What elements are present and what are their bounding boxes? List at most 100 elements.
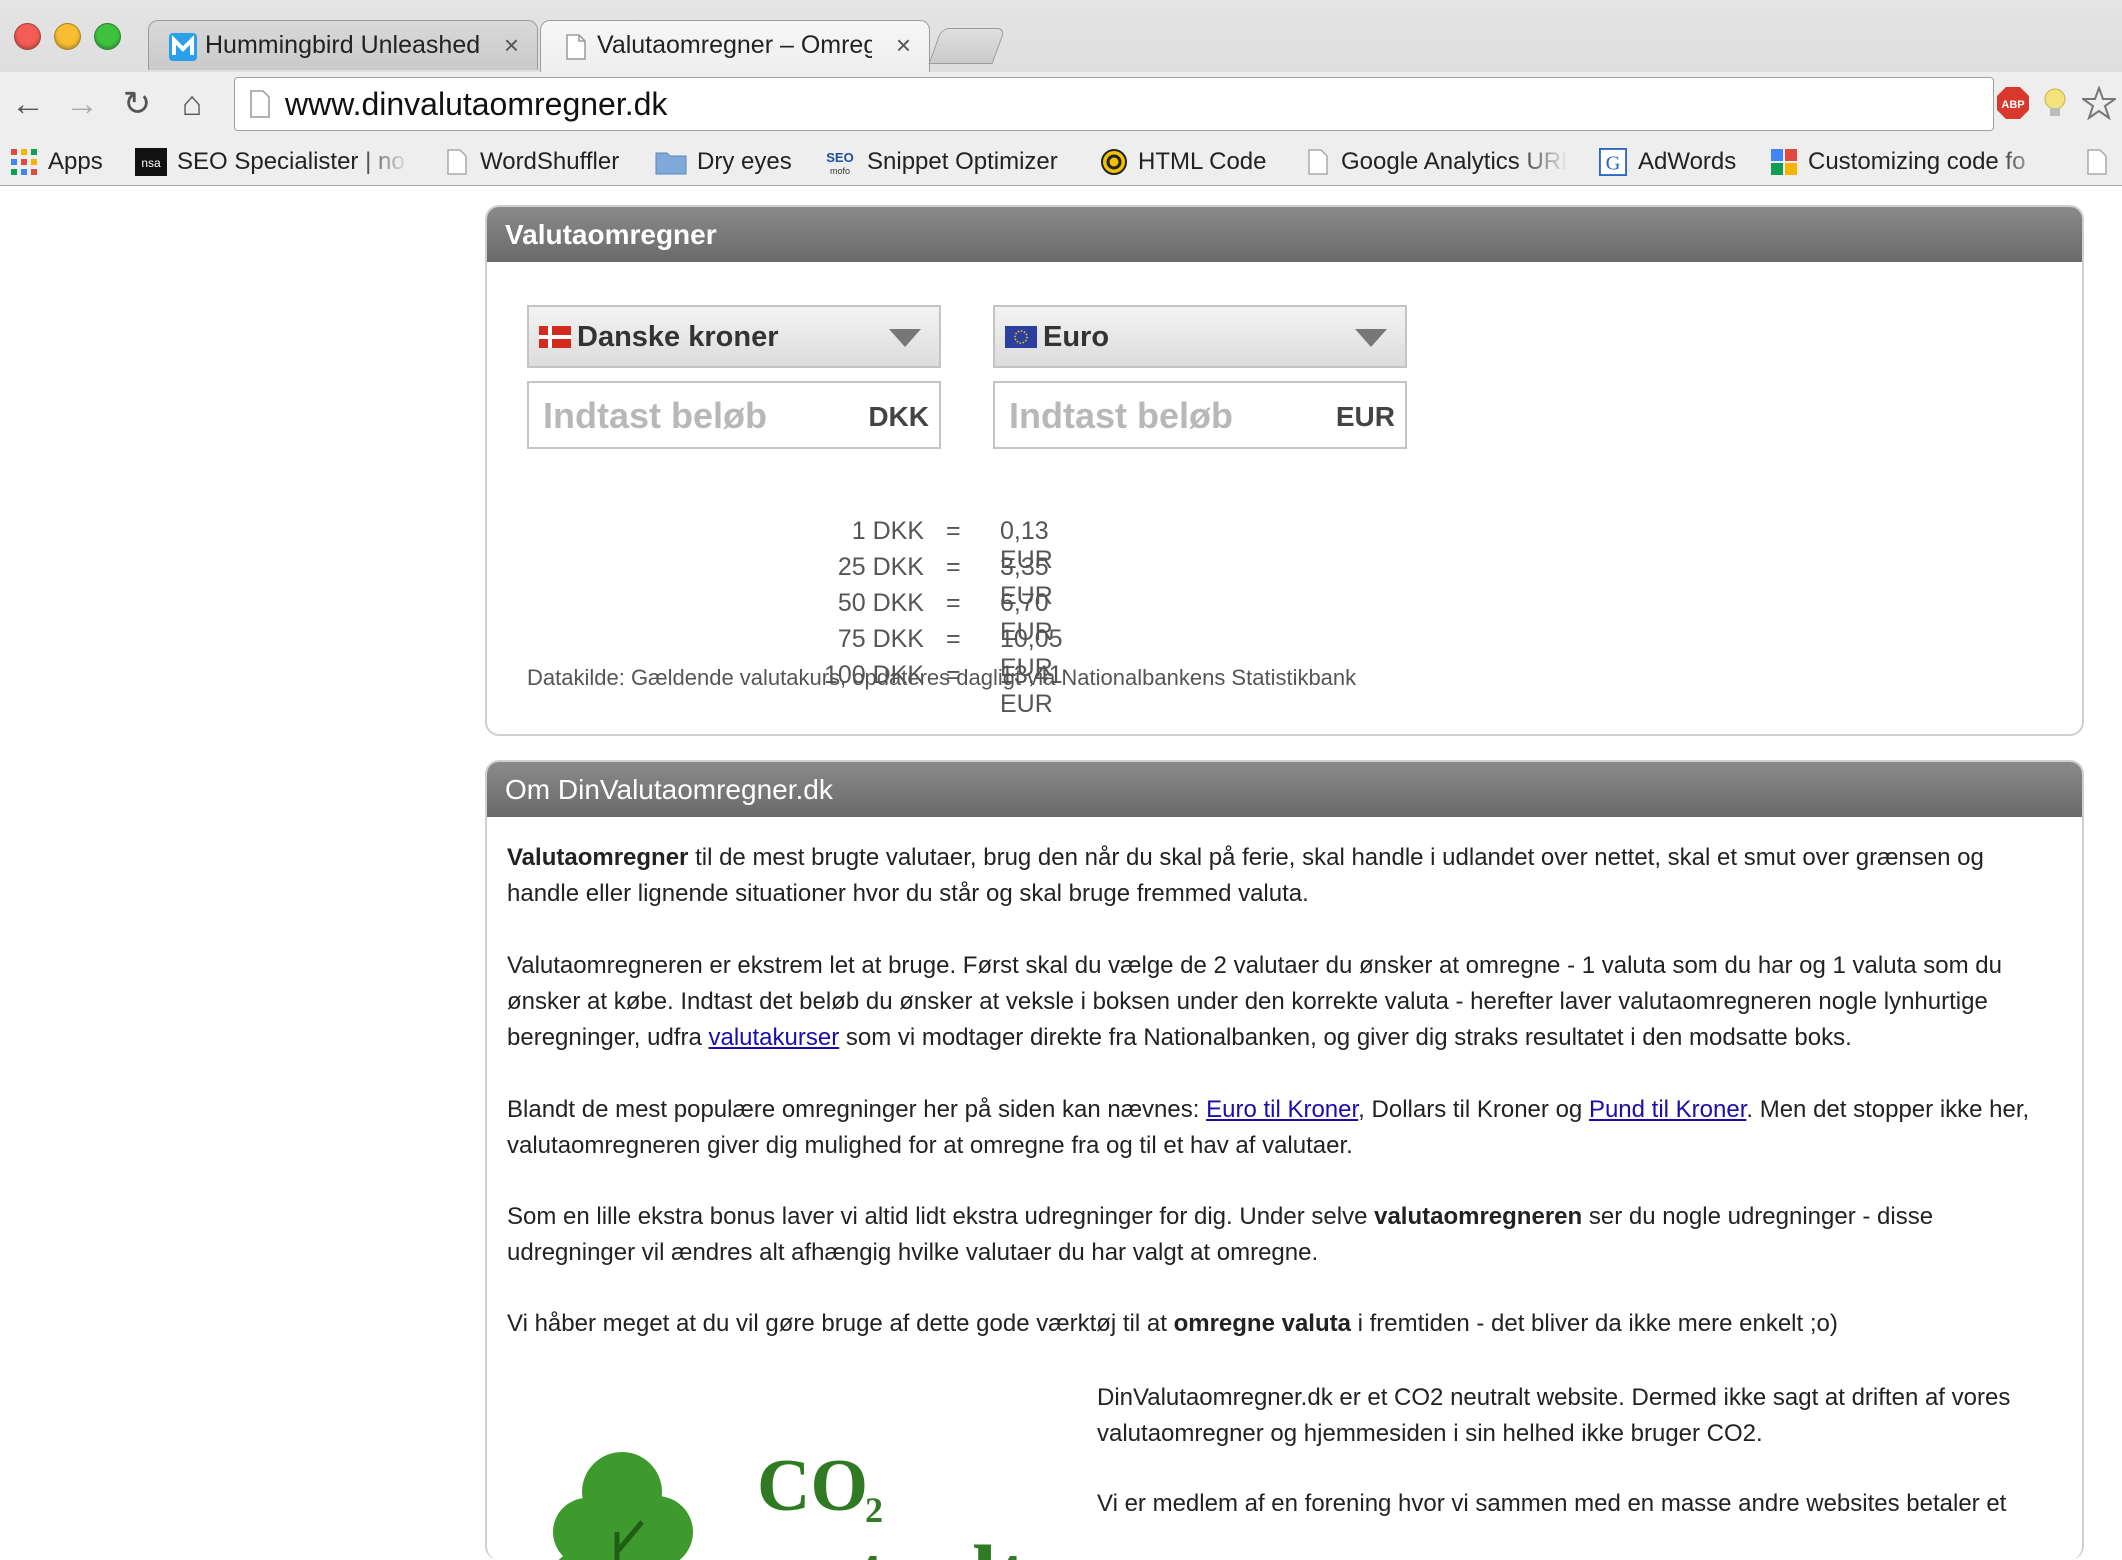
from-amount-box: DKK [527, 381, 941, 449]
equals-sign: = [946, 517, 961, 545]
to-amount-input[interactable] [1007, 393, 1311, 439]
about-title: Om DinValutaomregner.dk [487, 762, 2082, 817]
url-text: www.dinvalutaomregner.dk [285, 86, 668, 122]
result-from: 25 DKK [837, 553, 924, 581]
svg-text:ABP: ABP [2001, 99, 2024, 111]
q-icon [1101, 149, 1127, 175]
bookmark-apps[interactable]: Apps [10, 142, 103, 182]
from-amount-input[interactable] [541, 393, 845, 439]
co2-paragraph-2: Vi er medlem af en forening hvor vi samm… [1097, 1490, 2007, 1517]
bookmark-label: WordShuffler [480, 148, 620, 175]
close-tab-icon[interactable]: × [896, 30, 911, 61]
tab-title: Valutaomregner – Omregn [597, 31, 872, 59]
from-currency-code: DKK [868, 401, 929, 432]
bookmarks-bar: Apps nsa SEO Specialister | no WordShuff… [0, 142, 2122, 185]
page-icon[interactable] [2082, 148, 2110, 176]
bookmark-label: Apps [48, 148, 103, 175]
m-logo-icon [169, 33, 197, 61]
paragraph-text: som vi modtager direkte fra Nationalbank… [839, 1024, 1852, 1051]
bookmark-html-code[interactable]: HTML Code [1100, 142, 1266, 182]
close-tab-icon[interactable]: × [504, 30, 519, 61]
toolbar: ← → ↻ ⌂ www.dinvalutaomregner.dk ABP [0, 72, 2122, 142]
folder-icon [655, 152, 687, 175]
paragraph-text: Som en lille ekstra bonus laver vi altid… [507, 1203, 1375, 1230]
equals-sign: = [946, 553, 961, 581]
minimize-window-button[interactable] [54, 23, 81, 50]
bookmark-customizing-code[interactable]: Customizing code fo [1770, 142, 2050, 182]
bookmark-adwords[interactable]: G AdWords [1598, 142, 1736, 182]
co2-paragraph-1: DinValutaomregner.dk er et CO2 neutralt … [1097, 1384, 2011, 1447]
result-from: 1 DKK [851, 517, 924, 545]
bookmark-label: SEO Specialister | no [177, 148, 405, 175]
result-from: 50 DKK [837, 589, 924, 617]
about-paragraph-1: Valutaomregner til de mest brugte valuta… [507, 840, 2062, 912]
paragraph-text: , Dollars til Kroner og [1358, 1096, 1589, 1123]
eu-flag-icon [1005, 326, 1037, 348]
about-panel: Om DinValutaomregner.dk Valutaomregner t… [485, 760, 2084, 1560]
svg-text:neutralt: neutralt [717, 1528, 1027, 1560]
bookmark-google-analytics-url[interactable]: Google Analytics URL [1303, 142, 1568, 182]
to-amount-box: EUR [993, 381, 1407, 449]
to-currency-code: EUR [1335, 401, 1395, 432]
co2-neutral-logo: CO 2 neutralt [553, 1445, 1027, 1560]
svg-text:2: 2 [865, 1490, 883, 1530]
euro-til-kroner-link[interactable]: Euro til Kroner [1206, 1096, 1358, 1123]
paragraph-text: Blandt de mest populære omregninger her … [507, 1096, 1207, 1123]
svg-text:mofo: mofo [830, 166, 850, 176]
browser-chrome: Hummingbird Unleashed – × Valutaomregner… [0, 0, 2122, 186]
zoom-window-button[interactable] [94, 23, 121, 50]
home-icon[interactable]: ⌂ [170, 82, 214, 126]
bookmark-label: AdWords [1638, 148, 1737, 175]
google-icon [1771, 149, 1797, 175]
from-currency-label: Danske kroner [577, 321, 779, 353]
page-icon [250, 90, 270, 118]
about-paragraph-3: Blandt de mest populære omregninger her … [507, 1092, 2062, 1164]
apps-grid-icon [11, 149, 37, 175]
bookmark-dry-eyes[interactable]: Dry eyes [655, 142, 792, 182]
forward-icon[interactable]: → [60, 82, 104, 126]
bookmark-seo-specialister[interactable]: nsa SEO Specialister | no [135, 142, 410, 182]
seo-icon: SEO mofo [826, 150, 853, 176]
paragraph-text: Vi håber meget at du vil gøre bruge af d… [507, 1310, 1174, 1337]
address-bar[interactable]: www.dinvalutaomregner.dk [234, 77, 1994, 131]
new-tab-button[interactable] [928, 28, 1006, 64]
tab-valutaomregner[interactable]: Valutaomregner – Omregn × [540, 20, 930, 72]
svg-text:nsa: nsa [141, 156, 161, 170]
tab-hummingbird[interactable]: Hummingbird Unleashed – × [148, 20, 538, 70]
bookmark-label: Customizing code fo [1808, 148, 2026, 175]
page-icon [447, 149, 467, 175]
bookmark-wordshuffler[interactable]: WordShuffler [442, 142, 619, 182]
chevron-down-icon [889, 329, 921, 347]
pund-til-kroner-link[interactable]: Pund til Kroner [1589, 1096, 1746, 1123]
lightbulb-icon[interactable] [2038, 86, 2072, 120]
valutakurser-link[interactable]: valutakurser [708, 1024, 839, 1051]
page-icon [1308, 149, 1328, 175]
nsa-icon: nsa [135, 148, 167, 176]
from-currency-select[interactable]: Danske kroner [527, 305, 941, 368]
to-currency-select[interactable]: Euro [993, 305, 1407, 368]
bookmark-label: Google Analytics URL [1341, 148, 1568, 175]
back-icon[interactable]: ← [6, 82, 50, 126]
about-paragraph-4: Som en lille ekstra bonus laver vi altid… [507, 1199, 2062, 1271]
adblock-icon[interactable]: ABP [1996, 86, 2030, 120]
svg-text:CO: CO [757, 1445, 868, 1527]
bookmark-label: Dry eyes [697, 148, 792, 175]
about-paragraph-5: Vi håber meget at du vil gøre bruge af d… [507, 1306, 2062, 1342]
bookmark-label: HTML Code [1138, 148, 1267, 175]
bookmark-snippet-optimizer[interactable]: SEO mofo Snippet Optimizer [823, 142, 1058, 182]
page-icon [566, 34, 586, 60]
reload-icon[interactable]: ↻ [115, 82, 159, 126]
converter-title: Valutaomregner [487, 207, 2082, 262]
about-paragraph-2: Valutaomregneren er ekstrem let at bruge… [507, 948, 2062, 1056]
bold-keyword: valutaomregneren [1374, 1203, 1583, 1230]
denmark-flag-icon [539, 326, 571, 348]
paragraph-text: i fremtiden - det bliver da ikke mere en… [1350, 1310, 1838, 1337]
tab-title: Hummingbird Unleashed – [205, 31, 485, 59]
bookmark-label: Snippet Optimizer [867, 148, 1058, 175]
data-source-note: Datakilde: Gældende valutakurs, opdatere… [527, 665, 1357, 690]
equals-sign: = [946, 589, 961, 617]
paragraph-text: til de mest brugte valutaer, brug den nå… [507, 844, 1984, 907]
svg-text:G: G [1606, 152, 1621, 174]
close-window-button[interactable] [14, 23, 41, 50]
bookmark-star-icon[interactable] [2082, 86, 2116, 120]
